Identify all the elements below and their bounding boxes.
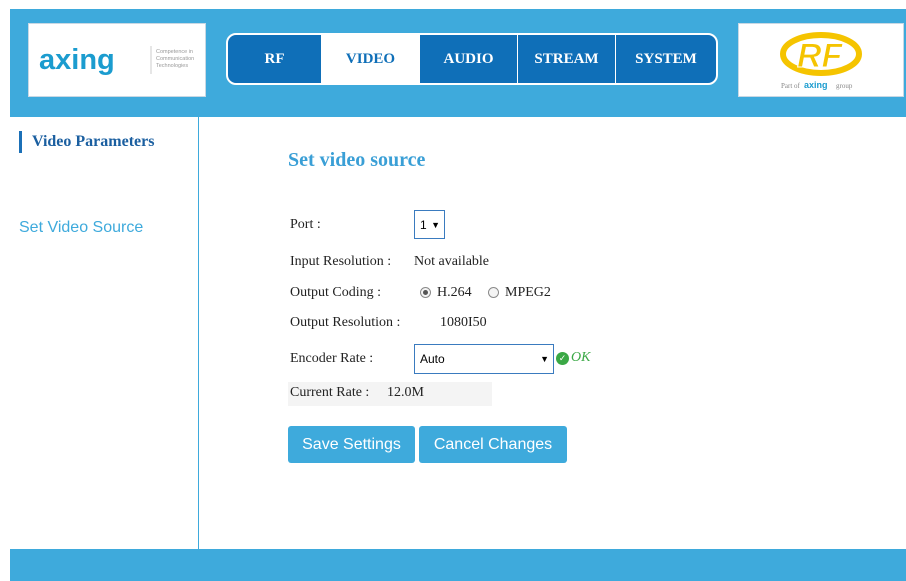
check-circle-icon: ✓: [556, 352, 569, 365]
radio-h264[interactable]: [420, 287, 431, 298]
rf-logo: RF Part of axing group: [738, 23, 904, 97]
rf-logo-text: RF: [797, 37, 844, 75]
svg-text:Competence in: Competence in: [156, 49, 193, 55]
main-nav: RF VIDEO AUDIO STREAM SYSTEM: [226, 33, 718, 85]
sidebar: Video Parameters Set Video Source: [10, 117, 199, 549]
output-resolution-label: Output Resolution :: [290, 315, 401, 330]
encoder-rate-status: OK: [571, 350, 591, 365]
current-rate-value: 12.0M: [387, 385, 424, 400]
encoder-rate-value: Auto: [420, 352, 445, 366]
page-title: Set video source: [288, 149, 426, 171]
radio-h264-label: H.264: [437, 285, 472, 300]
header-bar: axing Competence in Communication Techno…: [10, 9, 906, 117]
sidebar-item-set-video-source[interactable]: Set Video Source: [19, 219, 143, 237]
svg-text:Communication: Communication: [156, 56, 194, 62]
axing-logo-text: axing: [39, 44, 115, 76]
output-resolution-value: 1080I50: [440, 315, 487, 330]
axing-logo-graphic: axing Competence in Communication Techno…: [39, 44, 194, 76]
radio-mpeg2-label: MPEG2: [505, 285, 551, 300]
input-resolution-label: Input Resolution :: [290, 254, 392, 269]
output-coding-label: Output Coding :: [290, 285, 382, 300]
sidebar-section-title: Video Parameters: [19, 131, 179, 153]
svg-text:Part of: Part of: [781, 82, 801, 90]
axing-logo: axing Competence in Communication Techno…: [28, 23, 206, 97]
svg-text:group: group: [836, 82, 853, 90]
tab-rf[interactable]: RF: [228, 35, 322, 83]
port-select-value: 1: [420, 217, 427, 232]
tab-stream[interactable]: STREAM: [518, 35, 616, 83]
encoder-rate-select[interactable]: Auto ▼: [414, 344, 554, 374]
current-rate-label: Current Rate :: [290, 385, 370, 400]
cancel-changes-button[interactable]: Cancel Changes: [419, 426, 567, 463]
port-label: Port :: [290, 217, 321, 232]
tab-system[interactable]: SYSTEM: [616, 35, 716, 83]
svg-text:axing: axing: [804, 80, 828, 90]
tab-audio[interactable]: AUDIO: [420, 35, 518, 83]
chevron-down-icon: ▼: [540, 354, 549, 364]
encoder-rate-label: Encoder Rate :: [290, 351, 374, 366]
radio-mpeg2[interactable]: [488, 287, 499, 298]
rf-logo-graphic: RF Part of axing group: [780, 32, 862, 90]
tab-video[interactable]: VIDEO: [322, 35, 420, 83]
chevron-down-icon: ▼: [431, 219, 440, 230]
port-select[interactable]: 1 ▼: [414, 210, 445, 239]
input-resolution-value: Not available: [414, 254, 490, 269]
footer-bar: [10, 549, 906, 581]
svg-text:Technologies: Technologies: [156, 63, 188, 69]
save-settings-button[interactable]: Save Settings: [288, 426, 415, 463]
